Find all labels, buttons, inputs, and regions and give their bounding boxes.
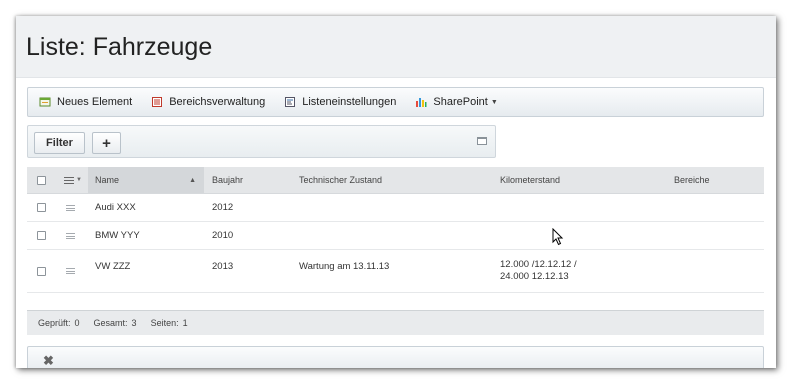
cell-km: 12.000 /12.12.12 / 24.000 12.12.13 [500, 250, 577, 292]
list-window: Liste: Fahrzeuge Neues Element Bereichsv… [16, 16, 776, 368]
pages-label: Seiten: [150, 318, 179, 328]
cell-km-line: 12.000 /12.12.12 / [500, 259, 577, 270]
bottom-bar: ✖ [27, 346, 764, 368]
column-header-name-label: Name [95, 175, 120, 185]
new-item-icon [39, 96, 51, 108]
row-select-cell [37, 222, 46, 249]
column-header-baujahr-label: Baujahr [212, 175, 244, 185]
collapse-icon[interactable] [477, 137, 487, 145]
row-checkbox[interactable] [37, 203, 46, 212]
area-management-label: Bereichsverwaltung [169, 96, 266, 108]
new-item-label: Neues Element [57, 96, 133, 108]
column-header-bereiche[interactable]: Bereiche [674, 167, 710, 193]
table-row[interactable]: BMW YYY 2010 [27, 222, 764, 250]
chevron-down-icon: ▼ [76, 177, 82, 183]
row-select-cell [37, 194, 46, 221]
column-header-bereiche-label: Bereiche [674, 175, 710, 185]
grid-header: ▼ Name ▲ Baujahr Technischer Zustand Kil… [27, 167, 764, 194]
column-header-km[interactable]: Kilometerstand [500, 167, 560, 193]
page-title: Liste: Fahrzeuge [26, 33, 213, 61]
filter-bar: Filter + [27, 125, 496, 158]
list-settings-label: Listeneinstellungen [302, 96, 397, 108]
list-toolbar: Neues Element Bereichsverwaltung Listene… [27, 87, 764, 117]
row-handle-cell [66, 250, 75, 292]
checked-label: Geprüft: [38, 318, 71, 328]
cell-name[interactable]: BMW YYY [95, 222, 140, 249]
drag-handle-icon[interactable] [66, 268, 75, 274]
list-icon [151, 96, 163, 108]
cell-zustand: Wartung am 13.11.13 [299, 261, 390, 272]
data-grid: ▼ Name ▲ Baujahr Technischer Zustand Kil… [27, 167, 764, 293]
table-row[interactable]: Audi XXX 2012 [27, 194, 764, 222]
filter-button[interactable]: Filter [34, 132, 85, 154]
cell-baujahr: 2012 [212, 201, 234, 213]
table-row[interactable]: VW ZZZ 2013 Wartung am 13.11.13 12.000 /… [27, 250, 764, 293]
checked-count: 0 [74, 318, 80, 328]
cell-km-line: 24.000 12.12.13 [500, 271, 569, 282]
cell-baujahr: 2010 [212, 229, 234, 241]
sharepoint-icon [415, 96, 427, 108]
sharepoint-menu[interactable]: SharePoint ▼ [415, 96, 498, 108]
list-settings-button[interactable]: Listeneinstellungen [284, 96, 396, 108]
column-header-km-label: Kilometerstand [500, 175, 561, 185]
select-all-cell [37, 167, 46, 193]
settings-icon [284, 96, 296, 108]
pages-count: 1 [182, 318, 188, 328]
close-icon[interactable]: ✖ [43, 353, 54, 368]
sharepoint-label: SharePoint [433, 96, 488, 108]
column-header-baujahr[interactable]: Baujahr [212, 167, 243, 193]
column-menu[interactable]: ▼ [64, 167, 82, 193]
new-item-button[interactable]: Neues Element [39, 96, 132, 108]
title-bar: Liste: Fahrzeuge [16, 16, 776, 78]
chevron-down-icon: ▼ [490, 98, 498, 106]
cell-name[interactable]: Audi XXX [95, 194, 136, 221]
row-checkbox[interactable] [37, 231, 46, 240]
row-checkbox[interactable] [37, 266, 46, 276]
drag-handle-icon[interactable] [66, 204, 75, 211]
add-filter-button[interactable]: + [92, 132, 121, 154]
total-label: Gesamt: [93, 318, 128, 328]
cell-name[interactable]: VW ZZZ [95, 250, 130, 292]
row-handle-cell [66, 222, 75, 249]
row-select-cell [37, 250, 46, 292]
menu-icon [64, 176, 74, 184]
column-header-zustand[interactable]: Technischer Zustand [299, 167, 382, 193]
select-all-checkbox[interactable] [37, 175, 46, 185]
cell-baujahr: 2013 [212, 261, 234, 272]
mouse-cursor-icon [552, 228, 564, 246]
grid-footer: Geprüft: 0 Gesamt: 3 Seiten: 1 [27, 310, 764, 335]
column-header-name[interactable]: Name ▲ [88, 167, 204, 193]
column-header-zustand-label: Technischer Zustand [299, 175, 383, 185]
total-count: 3 [131, 318, 137, 328]
drag-handle-icon[interactable] [66, 232, 75, 239]
area-management-button[interactable]: Bereichsverwaltung [151, 96, 265, 108]
row-handle-cell [66, 194, 75, 221]
sort-ascending-icon: ▲ [189, 176, 196, 184]
